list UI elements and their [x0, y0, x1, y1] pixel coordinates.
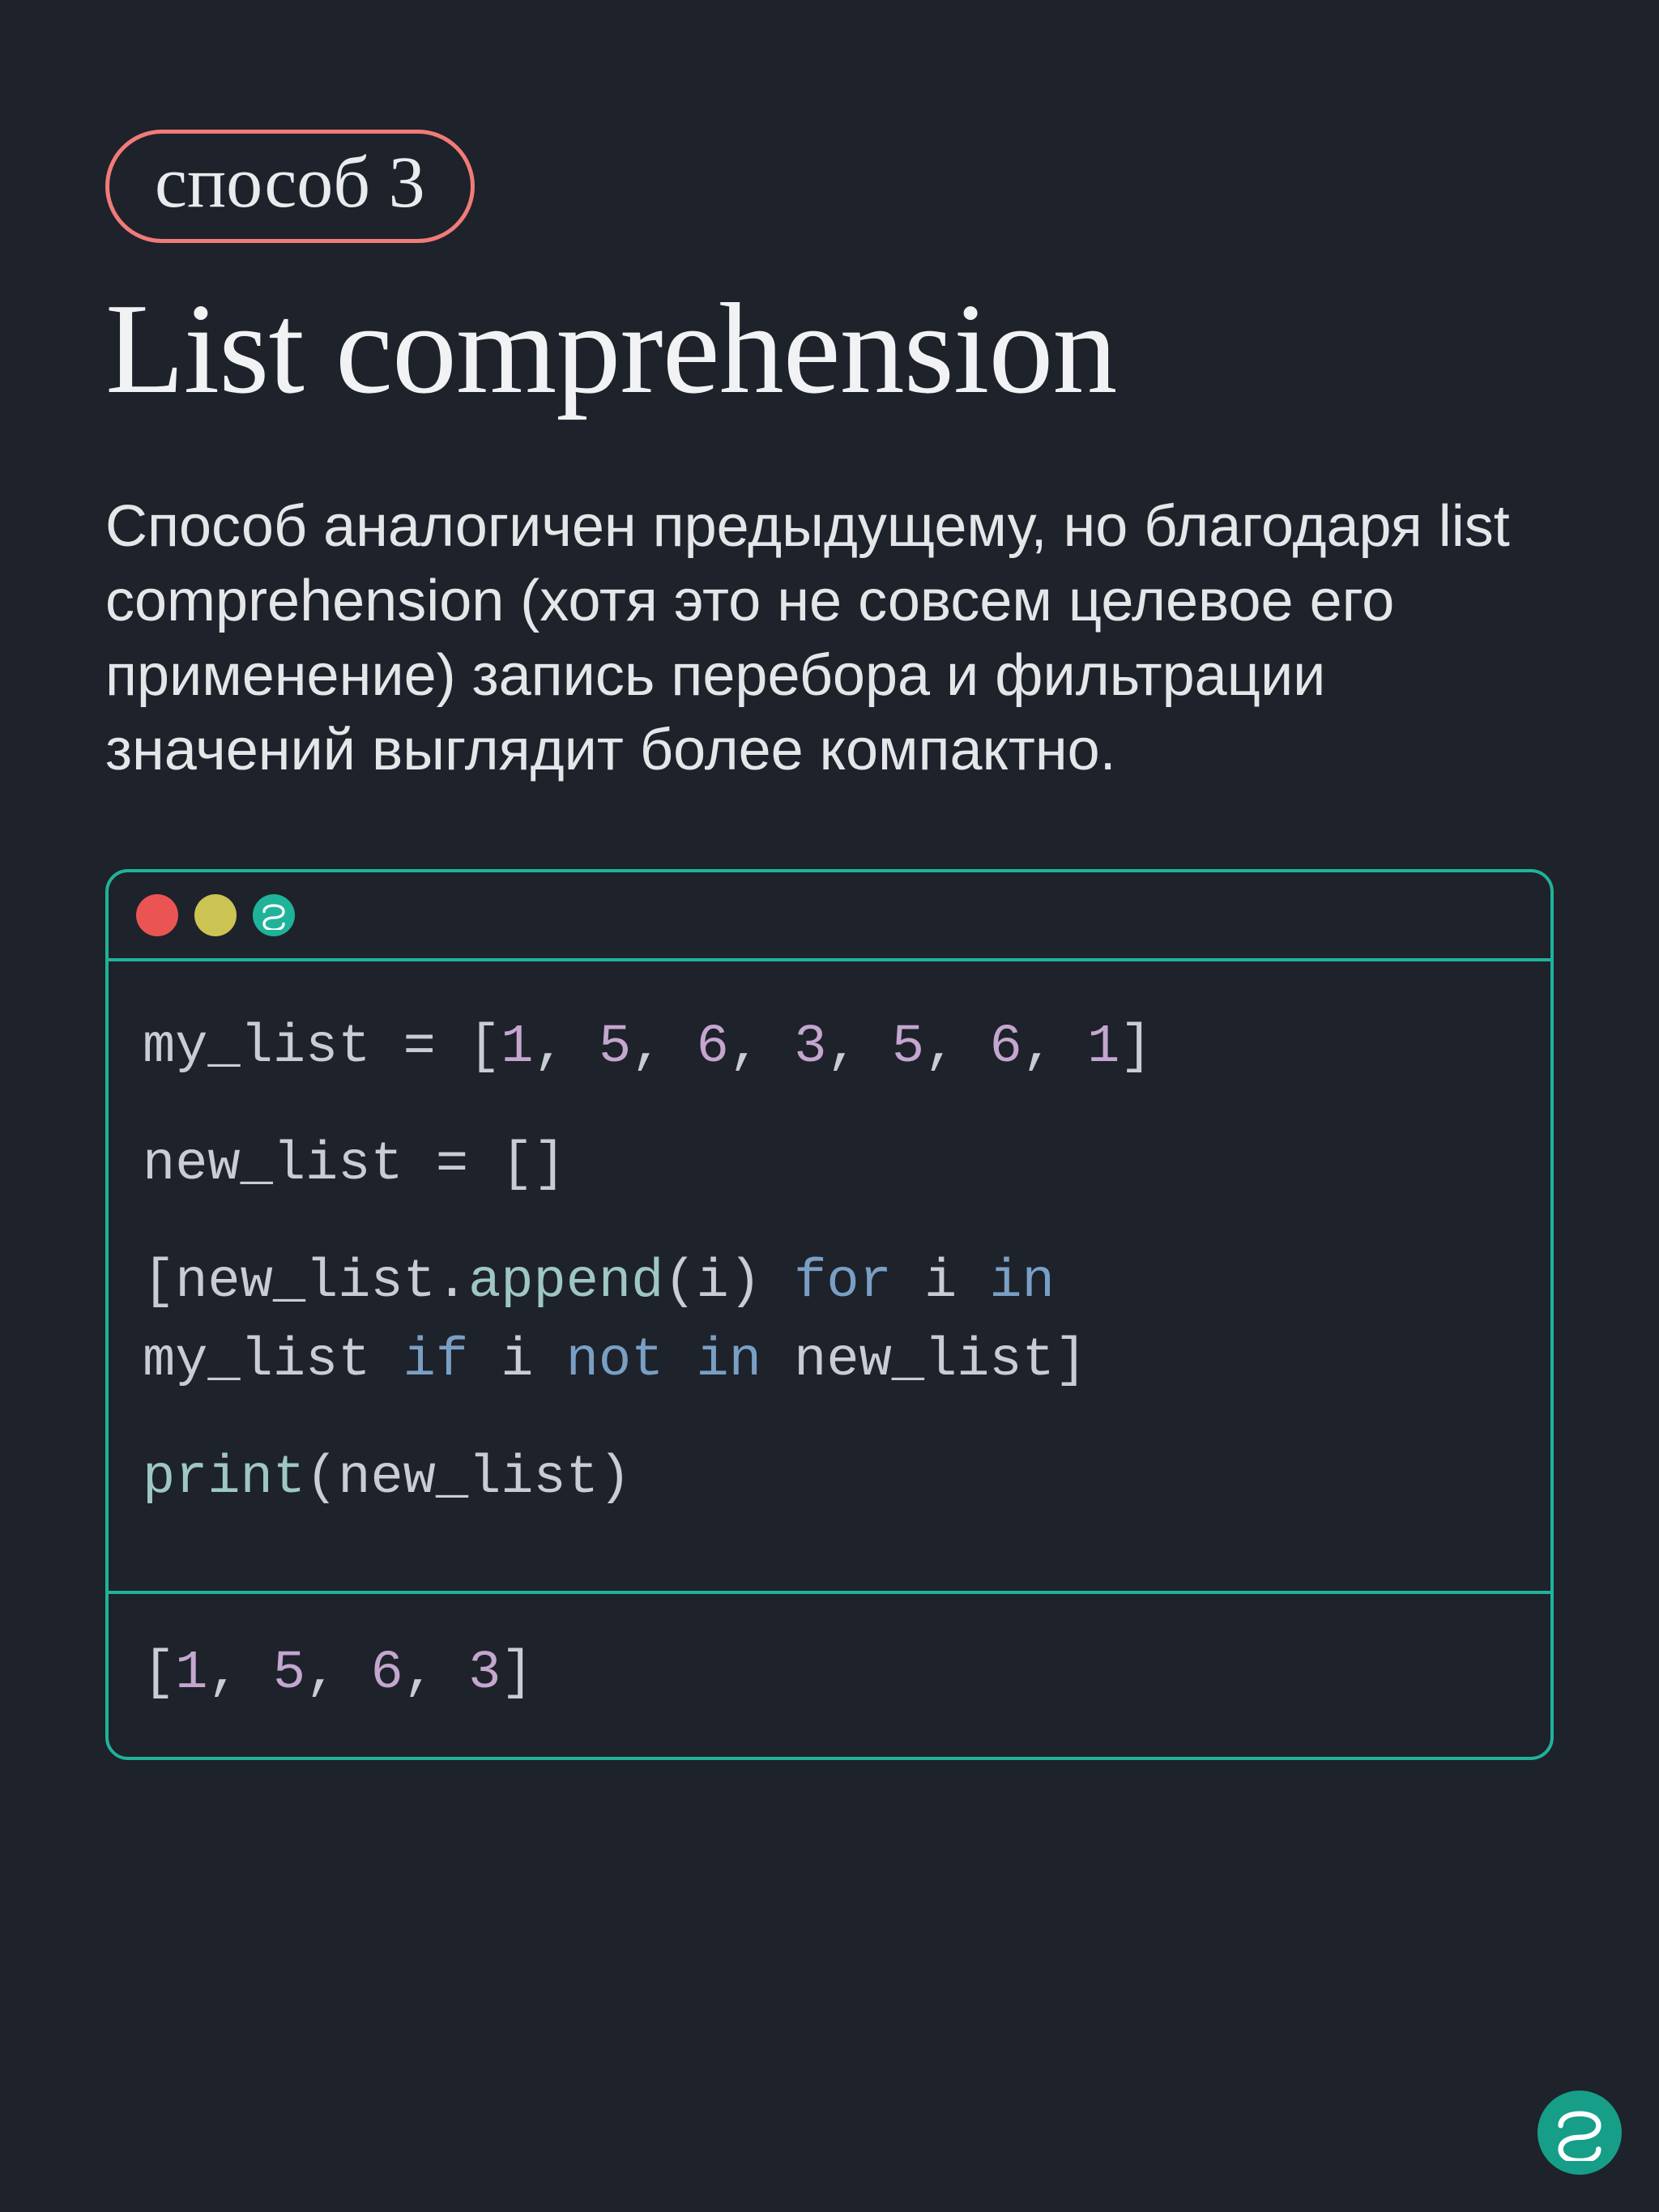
- editor-titlebar: [109, 872, 1550, 961]
- code-line: my_list if i not in new_list]: [143, 1322, 1516, 1400]
- code-editor-window: my_list = [1, 5, 6, 3, 5, 6, 1] new_list …: [105, 869, 1554, 1761]
- python-icon: [253, 894, 295, 936]
- code-line: my_list = [1, 5, 6, 3, 5, 6, 1]: [143, 1008, 1516, 1087]
- code-body: my_list = [1, 5, 6, 3, 5, 6, 1] new_list …: [109, 961, 1550, 1595]
- page-title: List comprehension: [105, 280, 1554, 416]
- slide: способ 3 List comprehension Способ анало…: [0, 0, 1659, 1760]
- code-line: print(new_list): [143, 1439, 1516, 1518]
- snake-icon: [1551, 2104, 1608, 2161]
- method-badge: способ 3: [105, 130, 475, 243]
- code-line: [1, 5, 6, 3]: [143, 1634, 1516, 1713]
- description-text: Способ аналогичен предыдущему, но благод…: [105, 489, 1554, 788]
- code-line: new_list = []: [143, 1126, 1516, 1204]
- minimize-icon: [194, 894, 237, 936]
- close-icon: [136, 894, 178, 936]
- logo-badge: [1537, 2091, 1622, 2175]
- code-line: [new_list.append(i) for i in: [143, 1243, 1516, 1322]
- code-output: [1, 5, 6, 3]: [109, 1594, 1550, 1757]
